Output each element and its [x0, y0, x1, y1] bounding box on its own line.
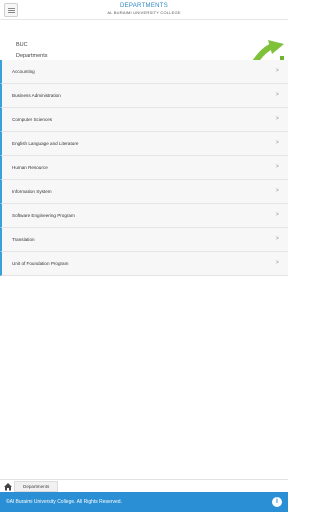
hero-subtitle: Departments: [16, 53, 48, 59]
chevron-right-icon: >: [275, 164, 279, 170]
list-item[interactable]: Human Resource >: [0, 156, 288, 180]
copyright-text: ©Al Buraimi University College. All Righ…: [6, 499, 122, 505]
hero-title: BUC: [16, 42, 28, 48]
breadcrumb: Departments: [0, 479, 288, 492]
chevron-right-icon: >: [275, 68, 279, 74]
home-icon[interactable]: [3, 482, 13, 491]
chevron-right-icon: >: [275, 140, 279, 146]
chevron-right-icon: >: [275, 212, 279, 218]
info-icon[interactable]: i: [272, 497, 282, 507]
list-item-label: Accounting: [12, 69, 35, 74]
list-item[interactable]: Software Engineering Program >: [0, 204, 288, 228]
chevron-right-icon: >: [275, 236, 279, 242]
chevron-right-icon: >: [275, 92, 279, 98]
chevron-right-icon: >: [275, 116, 279, 122]
list-item-label: Unit of Foundation Program: [12, 261, 69, 266]
chevron-right-icon: >: [275, 260, 279, 266]
list-item-label: English Language and Literature: [12, 141, 79, 146]
hero-banner: BUC Departments: [0, 20, 288, 80]
page-subtitle: AL BURAIMI UNIVERSITY COLLEGE: [107, 10, 181, 15]
department-list: Accounting > Business Administration > Compu…: [0, 60, 288, 276]
footer-bar: ©Al Buraimi University College. All Righ…: [0, 492, 288, 512]
header-titles: DEPARTMENTS AL BURAIMI UNIVERSITY COLLEG…: [0, 3, 288, 15]
list-item-label: Business Administration: [12, 93, 61, 98]
list-item-label: Software Engineering Program: [12, 213, 75, 218]
list-item[interactable]: Business Administration >: [0, 84, 288, 108]
top-bar: DEPARTMENTS AL BURAIMI UNIVERSITY COLLEG…: [0, 0, 288, 20]
list-item[interactable]: Accounting >: [0, 60, 288, 84]
list-item[interactable]: Unit of Foundation Program >: [0, 252, 288, 276]
list-item[interactable]: Information System >: [0, 180, 288, 204]
list-item-label: Computer Sciences: [12, 117, 53, 122]
list-item[interactable]: Translation >: [0, 228, 288, 252]
list-item-label: Human Resource: [12, 165, 48, 170]
breadcrumb-current[interactable]: Departments: [14, 481, 59, 492]
page-title: DEPARTMENTS: [119, 3, 169, 9]
list-item-label: Information System: [12, 189, 52, 194]
list-item[interactable]: Computer Sciences >: [0, 108, 288, 132]
list-item[interactable]: English Language and Literature >: [0, 132, 288, 156]
chevron-right-icon: >: [275, 188, 279, 194]
list-item-label: Translation: [12, 237, 35, 242]
